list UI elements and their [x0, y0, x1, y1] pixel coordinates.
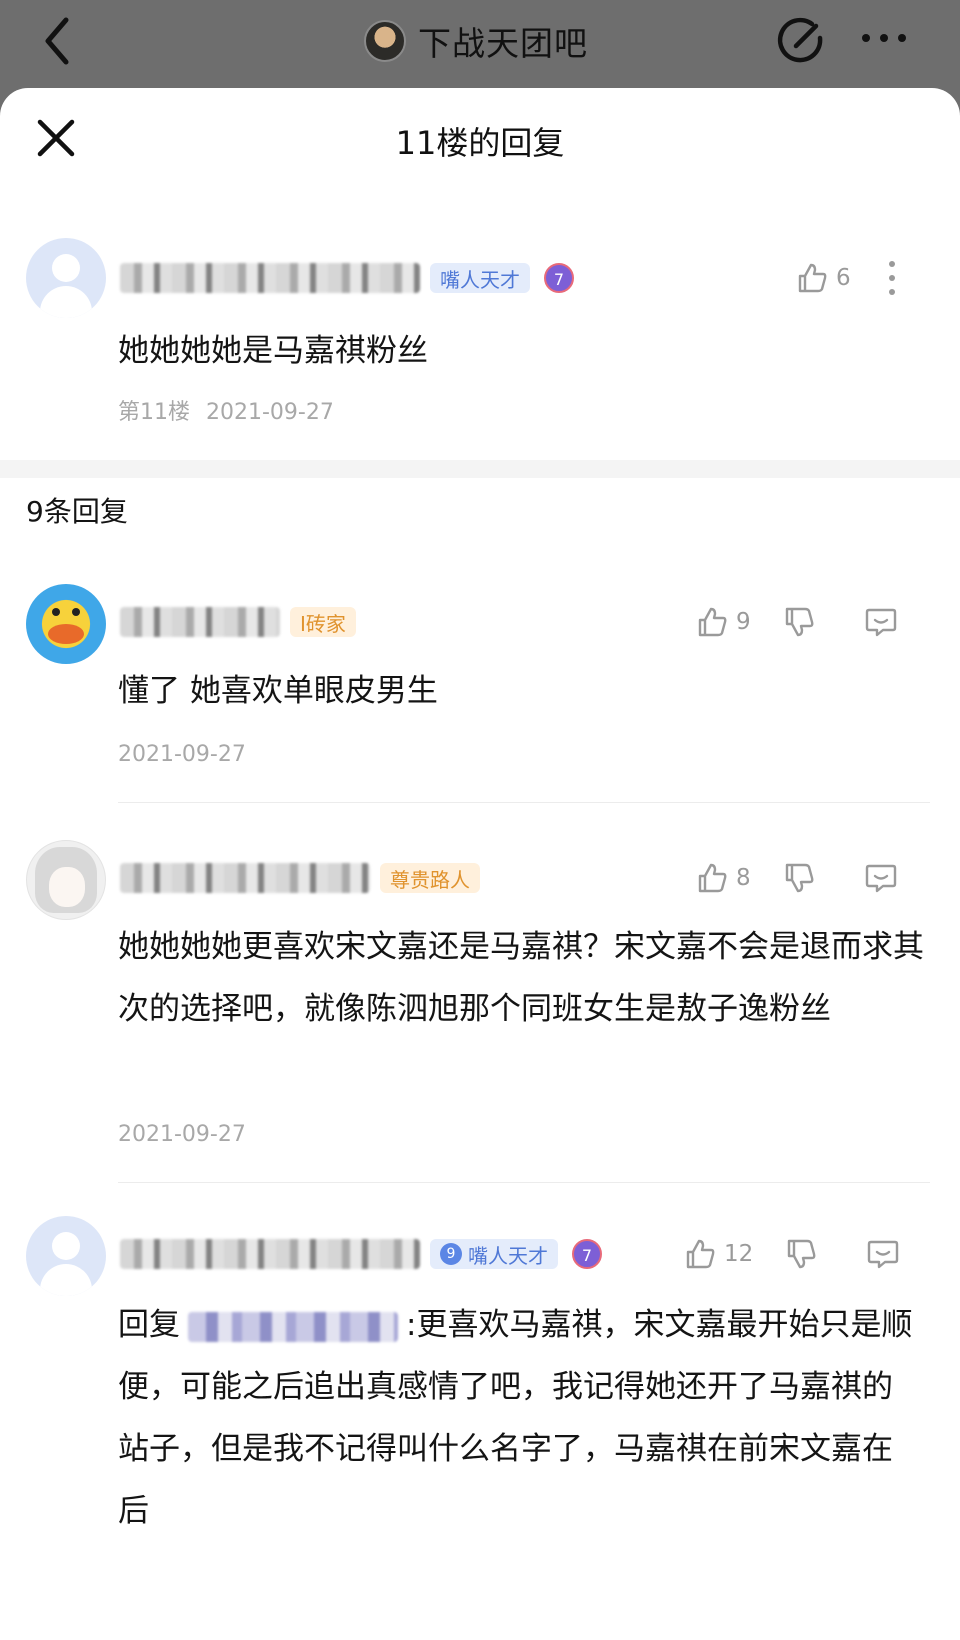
dislike-button[interactable] — [781, 604, 817, 640]
comment-icon — [865, 864, 896, 893]
like-button[interactable]: 9 — [694, 604, 751, 640]
reply-separator — [118, 1182, 930, 1183]
reply-text: 她她她她更喜欢宋文嘉还是马嘉祺？宋文嘉不会是退而求其次的选择吧，就像陈泗旭那个同… — [118, 929, 924, 1027]
edit-icon — [777, 17, 823, 63]
username-blurred — [120, 863, 370, 893]
sheet-header: 11楼的回复 — [0, 88, 960, 186]
username-blurred — [120, 1239, 420, 1269]
reply-button[interactable] — [863, 860, 899, 896]
reply-actions: 12 — [664, 1232, 901, 1276]
avatar[interactable] — [26, 840, 106, 920]
username-line[interactable]: I砖家 — [120, 602, 356, 642]
section-divider — [0, 460, 960, 478]
thumbs-down-icon — [785, 863, 814, 893]
reply-text: 懂了 她喜欢单眼皮男生 — [118, 673, 438, 709]
post-text: 她她她她是马嘉祺粉丝 — [118, 333, 428, 369]
comment-icon — [865, 608, 896, 637]
forum-name: 下战天团吧 — [418, 24, 588, 63]
thumbs-down-icon — [785, 607, 814, 637]
username-line[interactable]: 嘴人天才 7 — [120, 258, 574, 298]
username-line[interactable]: 9 嘴人天才 7 — [120, 1234, 602, 1274]
dislike-button[interactable] — [781, 860, 817, 896]
post-actions: 6 — [776, 256, 907, 300]
replied-user-blurred[interactable] — [188, 1311, 398, 1342]
chevron-left-icon — [45, 17, 69, 65]
reply-button[interactable] — [865, 1236, 901, 1272]
user-badge: 尊贵路人 — [380, 863, 480, 893]
reply-separator — [118, 802, 930, 803]
floor-number: 第11楼 — [118, 400, 190, 425]
thumbs-up-icon — [698, 607, 727, 637]
forum-avatar — [364, 20, 406, 62]
user-badge: I砖家 — [290, 607, 356, 637]
thumbs-down-icon — [788, 1239, 816, 1269]
reply-date: 2021-09-27 — [118, 1122, 246, 1147]
like-button[interactable]: 8 — [694, 860, 751, 896]
reply-count: 9条回复 — [26, 495, 128, 528]
edit-button[interactable] — [776, 16, 826, 66]
reply-prefix: 回复 — [118, 1307, 180, 1343]
reply-date: 2021-09-27 — [118, 742, 246, 767]
app-bar: 下战天团吧 — [0, 0, 960, 84]
dislike-button[interactable] — [783, 1236, 819, 1272]
avatar[interactable] — [26, 584, 106, 664]
more-icon — [862, 34, 906, 42]
post-meta: 第11楼 2021-09-27 — [118, 394, 334, 426]
back-button[interactable] — [38, 14, 78, 68]
level-badge: 7 — [572, 1239, 602, 1269]
reply-actions: 8 — [676, 856, 899, 900]
username-line[interactable]: 尊贵路人 — [120, 858, 480, 898]
forum-title[interactable]: 下战天团吧 — [364, 14, 588, 68]
more-button[interactable] — [858, 28, 910, 48]
reply-button[interactable] — [863, 604, 899, 640]
user-badge: 嘴人天才 — [430, 263, 530, 293]
level-badge: 7 — [544, 263, 574, 293]
comment-icon — [868, 1240, 899, 1269]
thumbs-up-icon — [686, 1239, 715, 1269]
username-blurred — [120, 607, 280, 637]
avatar[interactable] — [26, 238, 106, 318]
username-blurred — [120, 263, 420, 293]
thumbs-up-icon — [698, 863, 727, 893]
reply-actions: 9 — [676, 600, 899, 644]
like-button[interactable]: 6 — [794, 260, 851, 296]
replies-sheet: 11楼的回复 嘴人天才 7 6 她她她她是马嘉祺粉丝 第11楼 2021-09-2… — [0, 88, 960, 1640]
thumbs-up-icon — [798, 263, 827, 293]
kebab-menu-icon[interactable] — [877, 258, 907, 298]
user-badge: 9 嘴人天才 — [430, 1239, 558, 1269]
badge-level: 9 — [440, 1243, 462, 1265]
avatar[interactable] — [26, 1216, 106, 1296]
post-date: 2021-09-27 — [206, 400, 334, 425]
reply-text: 回复:更喜欢马嘉祺，宋文嘉最开始只是顺便，可能之后追出真感情了吧，我记得她还开了… — [118, 1294, 918, 1542]
sheet-title: 11楼的回复 — [395, 124, 565, 162]
like-button[interactable]: 12 — [682, 1236, 753, 1272]
